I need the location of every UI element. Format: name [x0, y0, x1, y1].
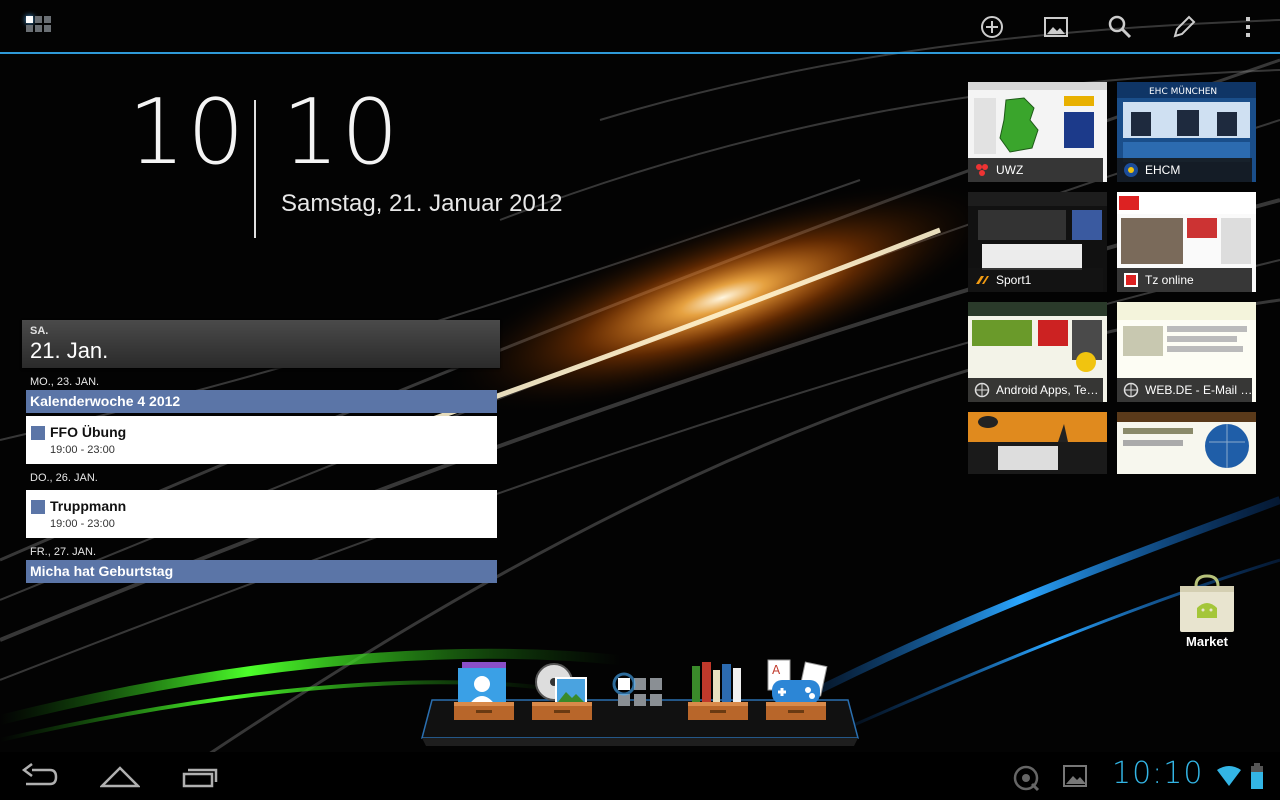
calendar-event[interactable]: FFO Übung 19:00 - 23:00 — [26, 416, 497, 464]
bookmark-tile[interactable]: WEB.DE - E-Mail … — [1117, 302, 1256, 402]
calendar-allday-event[interactable]: Kalenderwoche 4 2012 — [26, 390, 497, 413]
calendar-event-time: 19:00 - 23:00 — [50, 518, 115, 530]
bookmark-tile[interactable]: Android Apps, Te… — [968, 302, 1107, 402]
bookmark-tile[interactable]: EHC MÜNCHEN EHCM — [1117, 82, 1256, 182]
calendar-event[interactable]: Truppmann 19:00 - 23:00 — [26, 490, 497, 538]
search-icon[interactable] — [1106, 13, 1134, 41]
bookmark-tile[interactable] — [1117, 412, 1256, 474]
action-bar — [0, 0, 1280, 54]
calendar-event-time: 19:00 - 23:00 — [50, 444, 115, 456]
tz-favicon — [1124, 273, 1138, 287]
sport1-favicon — [976, 276, 989, 284]
calendar-allday-event[interactable]: Micha hat Geburtstag — [26, 560, 497, 583]
market-bag-icon — [1180, 574, 1234, 632]
contacts-folder-icon[interactable] — [452, 656, 516, 728]
ehcm-favicon — [1124, 163, 1138, 177]
clock-date: Samstag, 21. Januar 2012 — [281, 190, 563, 217]
all-apps-icon[interactable] — [608, 664, 672, 736]
calendar-day-label: MO., 23. JAN. — [30, 376, 100, 388]
uwz-favicon — [976, 164, 988, 176]
clock-divider — [254, 100, 256, 238]
apps-grid-icon[interactable] — [24, 14, 56, 38]
edit-icon[interactable] — [1170, 13, 1198, 41]
back-icon[interactable] — [20, 762, 60, 790]
recent-apps-icon[interactable] — [180, 762, 220, 790]
calendar-day-label: FR., 27. JAN. — [30, 546, 97, 558]
globe-favicon — [974, 382, 990, 398]
bookmark-tile[interactable] — [968, 412, 1107, 474]
calendar-event-title: Truppmann — [50, 498, 127, 514]
clock-widget[interactable]: 10 10 Samstag, 21. Januar 2012 — [120, 80, 580, 250]
bookmark-thumbnail — [1117, 412, 1256, 474]
clock-minutes: 10 — [282, 80, 401, 185]
media-folder-icon[interactable] — [530, 656, 594, 728]
overflow-menu-icon[interactable] — [1234, 13, 1262, 41]
system-clock[interactable]: 10:10 — [1112, 756, 1203, 791]
market-shortcut[interactable]: Market — [1172, 572, 1242, 654]
battery-icon — [1251, 763, 1263, 789]
bookmark-tile[interactable]: Sport1 — [968, 192, 1107, 292]
svg-text:A: A — [772, 663, 781, 677]
home-icon[interactable] — [100, 762, 140, 790]
screenshot-notification-icon[interactable] — [1062, 764, 1088, 788]
dock: A — [418, 650, 862, 750]
system-bar — [0, 752, 1280, 800]
wallpaper-icon[interactable] — [1042, 13, 1070, 41]
globe-favicon — [1123, 382, 1139, 398]
calendar-header[interactable]: SA. 21. Jan. — [22, 320, 500, 368]
calendar-color-swatch — [31, 426, 45, 440]
clock-hours: 10 — [128, 80, 247, 185]
calendar-day-label: DO., 26. JAN. — [30, 472, 98, 484]
market-label: Market — [1186, 634, 1228, 649]
add-icon[interactable] — [978, 13, 1006, 41]
wifi-icon — [1217, 766, 1241, 786]
sync-notification-icon[interactable] — [1012, 764, 1042, 792]
calendar-widget[interactable]: SA. 21. Jan. MO., 23. JAN. Kalenderwoche… — [22, 320, 500, 583]
calendar-color-swatch — [31, 500, 45, 514]
calendar-event-title: FFO Übung — [50, 424, 127, 440]
svg-text:EHC MÜNCHEN: EHC MÜNCHEN — [1149, 86, 1217, 97]
books-folder-icon[interactable] — [686, 656, 750, 728]
bookmark-tile[interactable]: Tz online — [1117, 192, 1256, 292]
calendar-header-date: 21. Jan. — [30, 338, 109, 363]
bookmark-thumbnail — [968, 412, 1107, 474]
games-folder-icon[interactable]: A — [764, 656, 828, 728]
bookmark-tile[interactable]: UWZ — [968, 82, 1107, 182]
calendar-header-weekday: SA. — [30, 325, 49, 337]
